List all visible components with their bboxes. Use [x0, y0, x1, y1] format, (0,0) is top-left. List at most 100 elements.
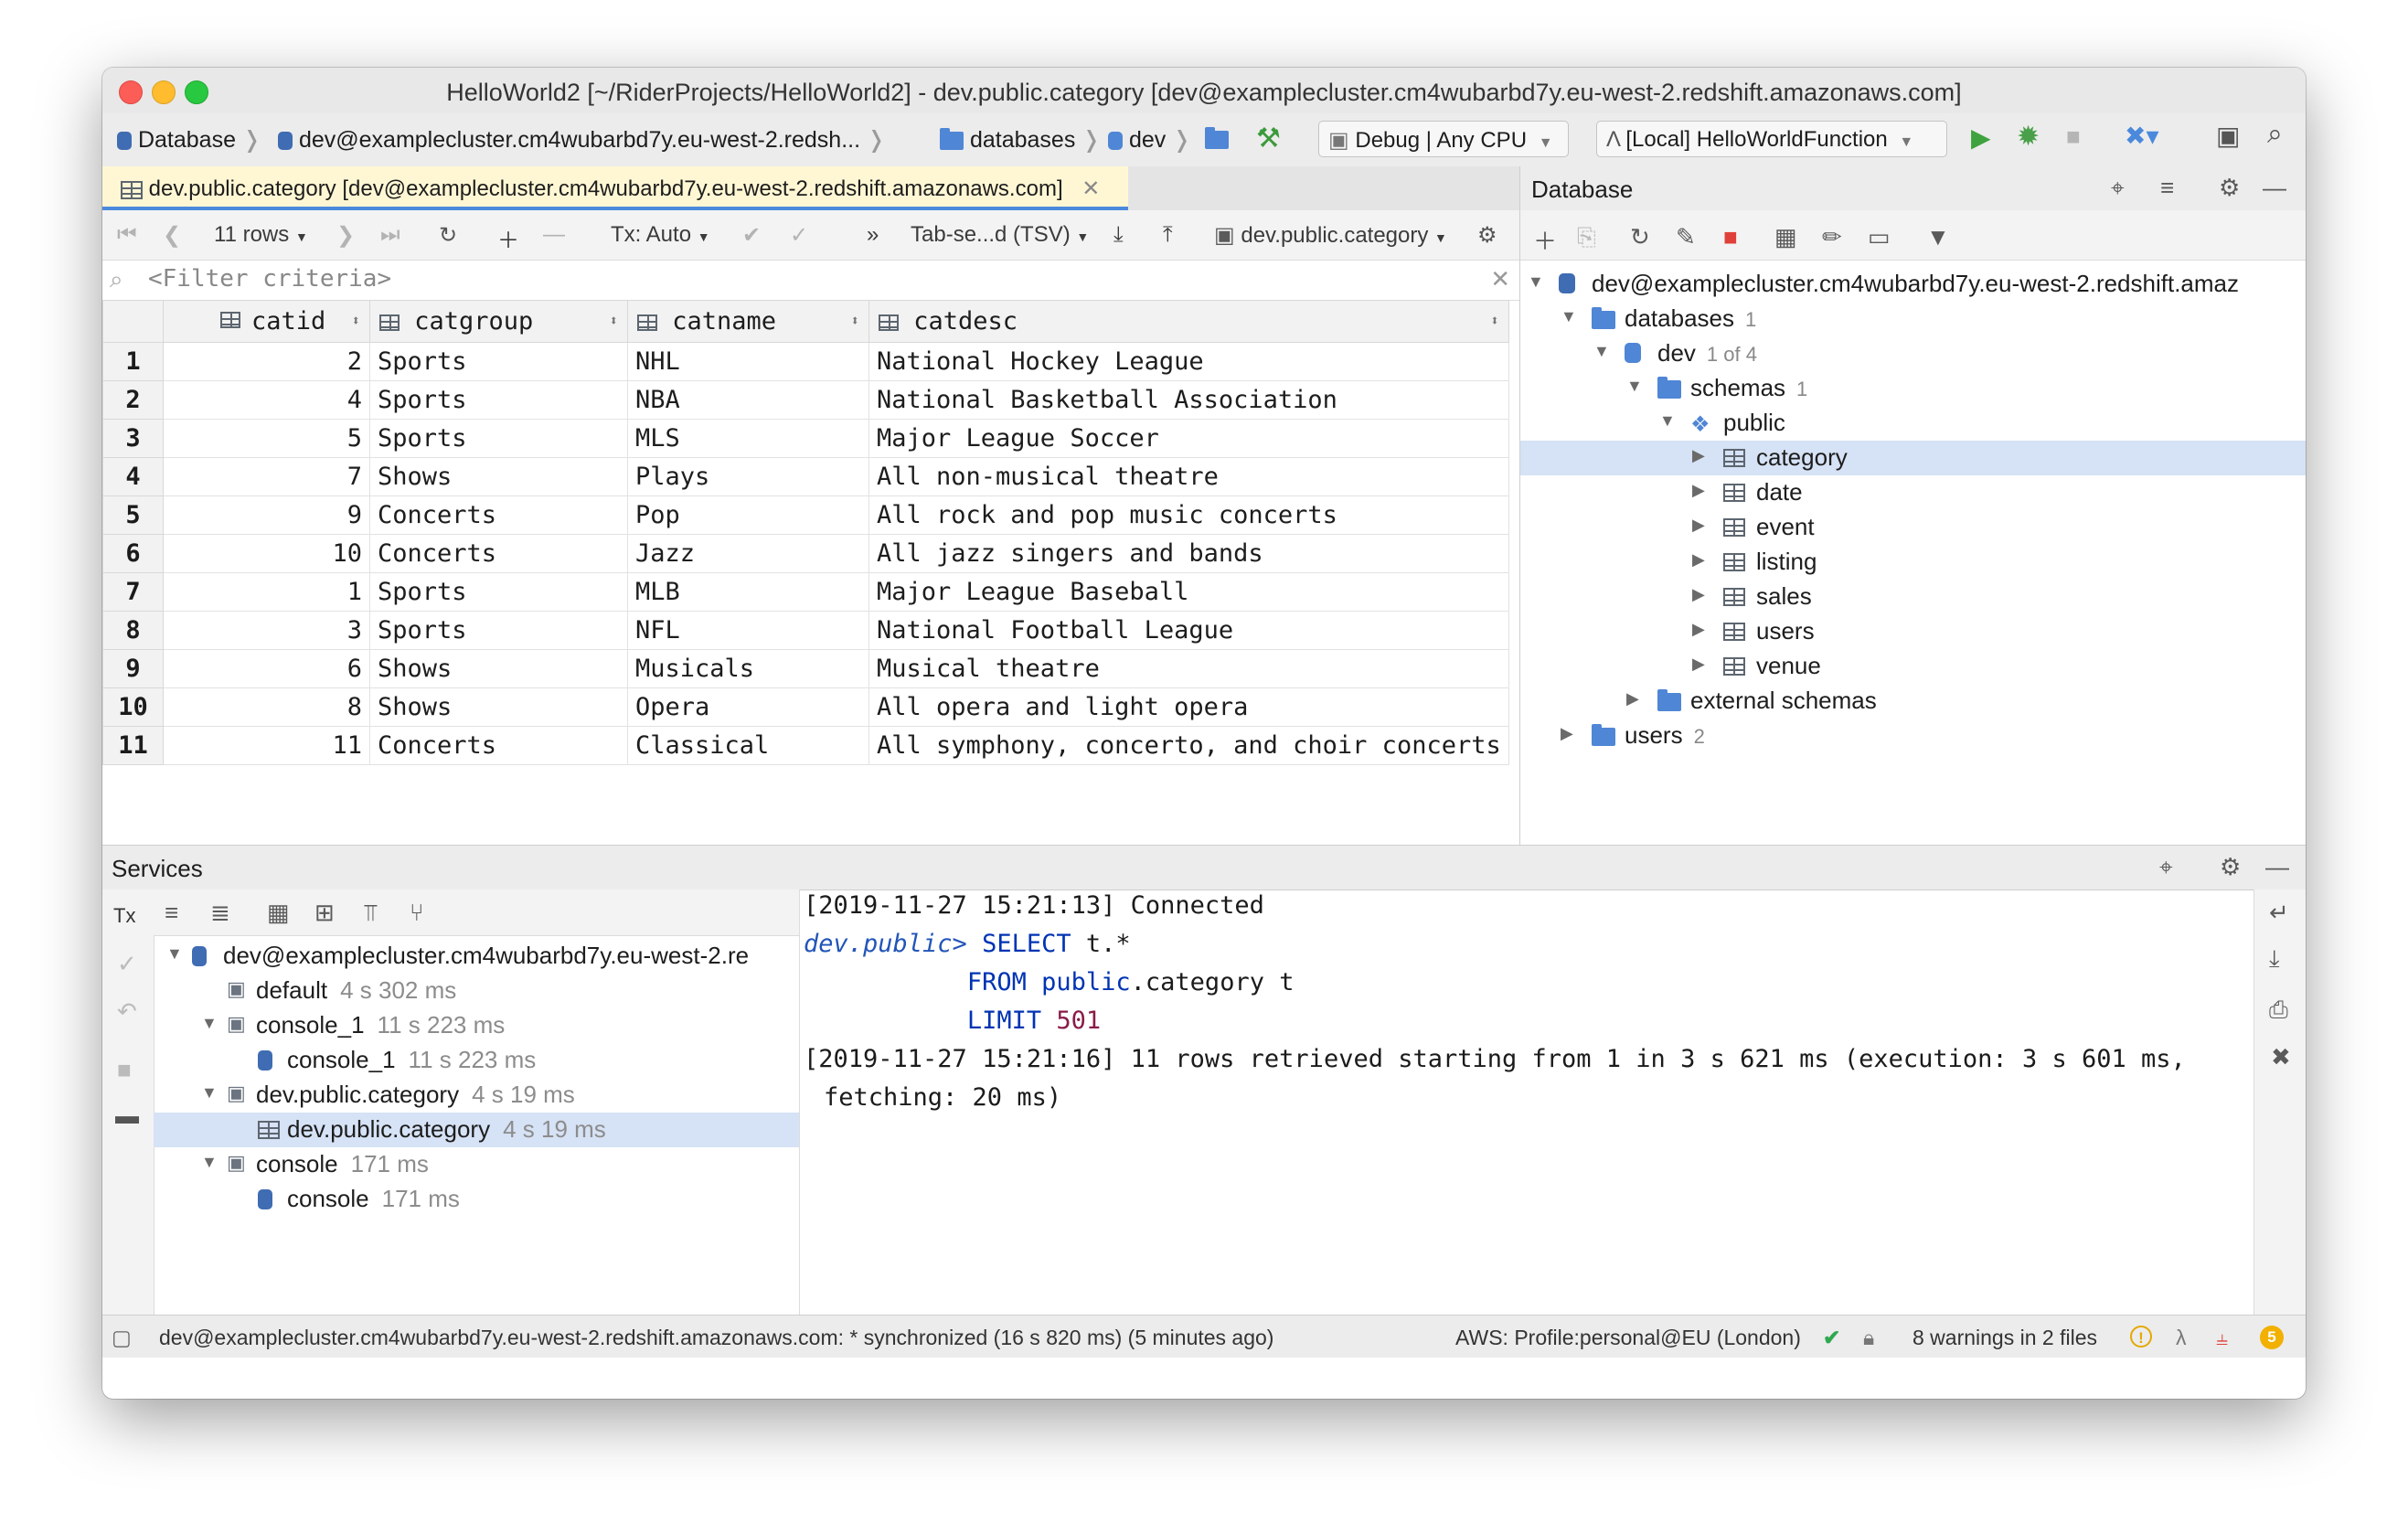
- cell-catname[interactable]: NHL: [627, 342, 869, 381]
- settings-gear-icon[interactable]: ⚙: [1477, 222, 1497, 249]
- tree-node-dev[interactable]: ▼ dev 1 of 4: [1520, 336, 2306, 371]
- disconnect-stop-icon[interactable]: ■: [1723, 223, 1738, 251]
- row-number-cell[interactable]: 6: [102, 534, 164, 573]
- expand-arrow-icon[interactable]: ▶: [1692, 516, 1705, 535]
- row-number-cell[interactable]: 4: [102, 457, 164, 496]
- lock-icon[interactable]: 🔒︎: [1863, 1326, 1874, 1350]
- cell-catdesc[interactable]: National Football League: [868, 611, 1509, 650]
- cell-catname[interactable]: MLS: [627, 419, 869, 458]
- expand-arrow-icon[interactable]: ▶: [1692, 655, 1705, 674]
- service-connection[interactable]: ▼ dev@examplecluster.cm4wubarbd7y.eu-west…: [154, 939, 799, 974]
- filter-input[interactable]: <Filter criteria>: [148, 265, 391, 293]
- service-session-default[interactable]: ▣ default 4 s 302 ms: [154, 974, 799, 1008]
- table-row[interactable]: 10 8 Shows Opera All opera and light opera: [102, 687, 1509, 727]
- services-console-output[interactable]: [2019-11-27 15:21:13] Connected dev.publ…: [800, 890, 2254, 1358]
- clear-filter-icon[interactable]: ✕: [1490, 265, 1510, 293]
- cell-catdesc[interactable]: National Basketball Association: [868, 380, 1509, 420]
- expand-arrow-icon[interactable]: ▶: [1692, 481, 1705, 500]
- cell-catid[interactable]: 9: [163, 495, 370, 535]
- aws-profile[interactable]: AWS: Profile:personal@EU (London): [1455, 1326, 1801, 1350]
- print-icon[interactable]: ⎙: [2269, 996, 2288, 1025]
- warnings-count[interactable]: 8 warnings in 2 files: [1913, 1326, 2097, 1350]
- clear-trash-icon[interactable]: ✖: [2271, 1043, 2291, 1071]
- expand-arrow-icon[interactable]: ▼: [166, 944, 183, 964]
- collapse-all-icon[interactable]: ≣: [210, 899, 230, 927]
- cell-catdesc[interactable]: All non-musical theatre: [868, 457, 1509, 496]
- debug-bug-icon[interactable]: ✹: [2017, 121, 2040, 153]
- git-branch-icon[interactable]: ⫨: [2216, 1326, 2228, 1350]
- cell-catdesc[interactable]: All opera and light opera: [868, 687, 1509, 727]
- table-row[interactable]: 6 10 Concerts Jazz All jazz singers and band…: [102, 534, 1509, 573]
- tree-node-table-category[interactable]: ▶ category: [1520, 441, 2306, 475]
- cell-catname[interactable]: Plays: [627, 457, 869, 496]
- cell-catname[interactable]: Jazz: [627, 534, 869, 573]
- cell-catid[interactable]: 5: [163, 419, 370, 458]
- refresh-icon[interactable]: ↻: [1630, 223, 1650, 251]
- scroll-to-end-icon[interactable]: ⤓: [2269, 944, 2280, 974]
- commit-icon[interactable]: ✓: [117, 950, 137, 978]
- service-console-1[interactable]: console_1 11 s 223 ms: [154, 1043, 799, 1078]
- new-session-icon[interactable]: ⊞: [314, 899, 335, 927]
- tree-node-table-date[interactable]: ▶ date: [1520, 475, 2306, 510]
- expand-arrow-icon[interactable]: ▼: [201, 1153, 218, 1172]
- cell-catname[interactable]: MLB: [627, 572, 869, 612]
- aws-check-icon[interactable]: ✔: [1823, 1326, 1840, 1350]
- cell-catdesc[interactable]: Musical theatre: [868, 649, 1509, 688]
- column-header-catdesc[interactable]: catdesc ⬍: [868, 300, 1509, 343]
- tree-node-external-schemas[interactable]: ▶ external schemas: [1520, 684, 2306, 719]
- fork-icon[interactable]: ⑂: [410, 899, 424, 927]
- cell-catgroup[interactable]: Shows: [369, 687, 628, 727]
- cell-catid[interactable]: 4: [163, 380, 370, 420]
- tx-icon[interactable]: Tx: [113, 904, 135, 928]
- table-view-icon[interactable]: ▦: [1774, 223, 1797, 251]
- cell-catdesc[interactable]: All jazz singers and bands: [868, 534, 1509, 573]
- tree-node-table-event[interactable]: ▶ event: [1520, 510, 2306, 545]
- duplicate-icon[interactable]: ⎘: [1577, 223, 1596, 252]
- prev-page-icon[interactable]: ❮: [163, 222, 181, 249]
- add-row-icon[interactable]: ＋: [497, 222, 519, 254]
- stop-icon[interactable]: ■: [2066, 123, 2081, 151]
- run-config-combo[interactable]: ▣ Debug | Any CPU ▼: [1318, 121, 1569, 157]
- service-session-console[interactable]: ▼ ▣ console 171 ms: [154, 1147, 799, 1182]
- breadcrumb-dev[interactable]: dev ❭: [1108, 126, 1191, 154]
- collapse-all-icon[interactable]: ≡: [2160, 174, 2174, 202]
- run-icon[interactable]: ▶: [1971, 123, 1991, 153]
- cell-catdesc[interactable]: Major League Soccer: [868, 419, 1509, 458]
- row-number-cell[interactable]: 7: [102, 572, 164, 612]
- cell-catdesc[interactable]: All symphony, concerto, and choir concer…: [868, 726, 1509, 765]
- expand-arrow-icon[interactable]: ▶: [1692, 446, 1705, 465]
- tree-node-public[interactable]: ▼ ❖ public: [1520, 406, 2306, 441]
- cell-catname[interactable]: Musicals: [627, 649, 869, 688]
- row-number-cell[interactable]: 1: [102, 342, 164, 381]
- row-number-cell[interactable]: 10: [102, 687, 164, 727]
- soft-wrap-icon[interactable]: ↵: [2269, 899, 2289, 927]
- tree-node-table-venue[interactable]: ▶ venue: [1520, 649, 2306, 684]
- panel-settings-icon[interactable]: ⚙: [2220, 853, 2241, 881]
- cell-catdesc[interactable]: All rock and pop music concerts: [868, 495, 1509, 535]
- table-row[interactable]: 5 9 Concerts Pop All rock and pop music conc…: [102, 495, 1509, 535]
- tab-dev-public-category[interactable]: dev.public.category [dev@examplecluster.…: [102, 166, 1128, 210]
- service-category-grid[interactable]: dev.public.category 4 s 19 ms: [154, 1113, 799, 1147]
- close-tab-icon[interactable]: ✕: [1081, 176, 1100, 201]
- hide-panel-icon[interactable]: —: [2263, 174, 2286, 202]
- schema-tools-icon[interactable]: ✎: [1676, 223, 1696, 251]
- row-number-cell[interactable]: 5: [102, 495, 164, 535]
- cell-catname[interactable]: Classical: [627, 726, 869, 765]
- service-session-category[interactable]: ▼ ▣ dev.public.category 4 s 19 ms: [154, 1078, 799, 1113]
- cell-catgroup[interactable]: Shows: [369, 649, 628, 688]
- expand-arrow-icon[interactable]: ▶: [1692, 585, 1705, 604]
- service-session-console-1[interactable]: ▼ ▣ console_1 11 s 223 ms: [154, 1008, 799, 1043]
- table-row[interactable]: 1 2 Sports NHL National Hockey League: [102, 342, 1509, 381]
- breadcrumb-database[interactable]: Database ❭: [117, 126, 261, 154]
- rollback-icon[interactable]: ↶: [117, 997, 137, 1026]
- breadcrumb-connection[interactable]: dev@examplecluster.cm4wubarbd7y.eu-west-…: [278, 126, 886, 154]
- notifications-badge[interactable]: 5: [2260, 1323, 2284, 1349]
- service-console[interactable]: console 171 ms: [154, 1182, 799, 1217]
- table-selector-combo[interactable]: ▣ dev.public.category ▼: [1214, 222, 1447, 249]
- cell-catgroup[interactable]: Concerts: [369, 534, 628, 573]
- cell-catid[interactable]: 11: [163, 726, 370, 765]
- table-row[interactable]: 8 3 Sports NFL National Football League: [102, 611, 1509, 650]
- table-row[interactable]: 3 5 Sports MLS Major League Soccer: [102, 419, 1509, 458]
- cell-catgroup[interactable]: Shows: [369, 457, 628, 496]
- cell-catid[interactable]: 8: [163, 687, 370, 727]
